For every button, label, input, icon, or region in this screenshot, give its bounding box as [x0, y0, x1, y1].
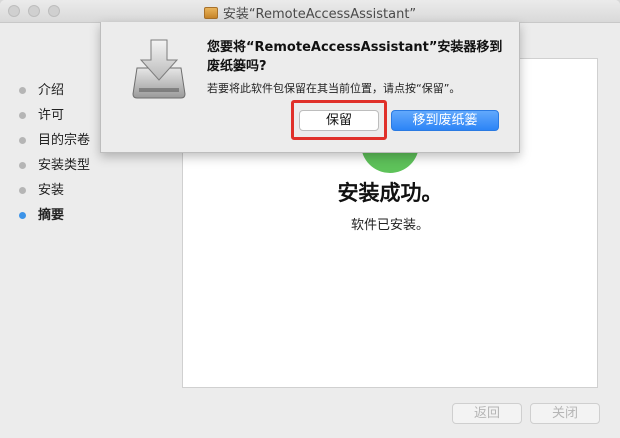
back-button[interactable]: 返回 [452, 403, 522, 424]
step-dot-icon [19, 187, 26, 194]
sidebar-item-destination: 目的宗卷 [16, 128, 90, 153]
title-bar[interactable]: 安装“RemoteAccessAssistant” [0, 0, 620, 23]
sidebar-item-install-type: 安装类型 [16, 153, 90, 178]
sidebar-item-install: 安装 [16, 178, 90, 203]
success-subtitle: 软件已安装。 [350, 218, 429, 233]
step-dot-icon [19, 162, 26, 169]
sidebar-item-label: 目的宗卷 [38, 133, 91, 148]
success-title: 安装成功。 [337, 181, 443, 205]
step-dot-icon [19, 112, 26, 119]
installer-steps: 介绍 许可 目的宗卷 安装类型 安装 摘要 [16, 78, 90, 228]
sidebar-item-label: 摘要 [38, 208, 65, 223]
close-button[interactable]: 关闭 [530, 403, 600, 424]
step-dot-active-icon [19, 212, 26, 219]
window-title-text: 安装“RemoteAccessAssistant” [222, 7, 417, 22]
step-dot-icon [19, 87, 26, 94]
dialog-message: 若要将此软件包保留在其当前位置，请点按“保留”。 [207, 82, 461, 95]
window-title: 安装“RemoteAccessAssistant” [0, 3, 620, 22]
dialog-title: 您要将“RemoteAccessAssistant”安装器移到废纸篓吗? [207, 40, 503, 74]
sidebar-item-summary: 摘要 [16, 203, 90, 228]
sidebar-item-introduction: 介绍 [16, 78, 90, 103]
sidebar-item-label: 许可 [38, 108, 65, 123]
move-to-trash-button[interactable]: 移到废纸篓 [391, 110, 499, 131]
installer-window: 安装“RemoteAccessAssistant” 介绍 许可 目的宗卷 安装类… [0, 0, 620, 438]
move-to-trash-dialog: 您要将“RemoteAccessAssistant”安装器移到废纸篓吗? 若要将… [100, 22, 520, 153]
step-dot-icon [19, 137, 26, 144]
sidebar-item-label: 安装类型 [38, 158, 91, 173]
installer-disk-icon [132, 39, 186, 99]
highlight-box [291, 100, 387, 140]
sidebar-item-label: 介绍 [38, 83, 65, 98]
sidebar-item-label: 安装 [38, 183, 65, 198]
package-icon [203, 7, 218, 19]
sidebar-item-license: 许可 [16, 103, 90, 128]
